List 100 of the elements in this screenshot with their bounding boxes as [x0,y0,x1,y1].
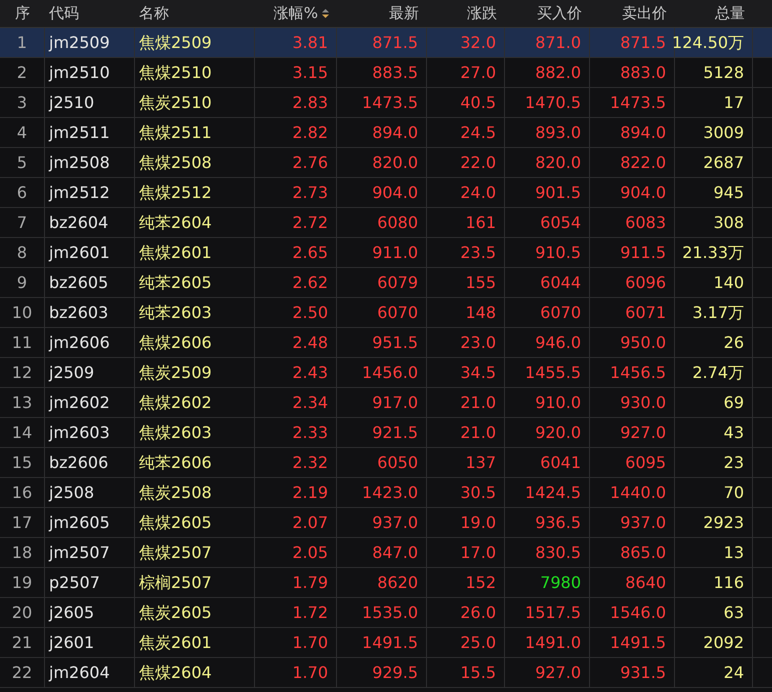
column-header[interactable]: 涨跌 [467,2,497,25]
table-row[interactable]: 4 jm2511 焦煤2511 2.82 894.0 24.5 893.0 894.0 3009 [0,118,772,148]
sort-icon[interactable] [322,9,329,18]
table-cell: 946.0 [505,328,590,357]
table-cell: j2605 [45,598,135,627]
table-cell: 69 [675,388,753,417]
table-cell: 焦煤2606 [135,328,255,357]
row-number: 16 [0,478,45,507]
table-cell: 137 [427,448,505,477]
table-row[interactable]: 17 jm2605 焦煤2605 2.07 937.0 19.0 936.5 937.0 2923 [0,508,772,538]
table-cell: 23.0 [427,328,505,357]
table-cell: 930.0 [590,388,675,417]
table-cell: 23.5 [427,238,505,267]
table-row[interactable]: 15 bz2606 纯苯2606 2.32 6050 137 6041 6095 23 [0,448,772,478]
table-cell: 6083 [590,208,675,237]
selected-row[interactable]: 1 jm2509 焦煤2509 3.81 871.5 32.0 871.0 871.5 124.50万 [0,28,772,58]
table-cell: jm2601 [45,238,135,267]
table-row[interactable]: 22 jm2604 焦煤2604 1.70 929.5 15.5 927.0 931.5 24 [0,658,772,688]
table-cell: 2.82 [255,118,337,147]
table-row[interactable]: 14 jm2603 焦煤2603 2.33 921.5 21.0 920.0 927.0 43 [0,418,772,448]
table-row[interactable]: 21 j2601 焦炭2601 1.70 1491.5 25.0 1491.0 1491.5 2092 [0,628,772,658]
table-cell: jm2508 [45,148,135,177]
table-cell: 6080 [337,208,427,237]
table-cell: jm2605 [45,508,135,537]
table-cell: 焦煤2509 [135,28,255,57]
table-cell: j2509 [45,358,135,387]
table-row[interactable]: 7 bz2604 纯苯2604 2.72 6080 161 6054 6083 308 [0,208,772,238]
table-cell: 焦炭2509 [135,358,255,387]
table-row[interactable]: 20 j2605 焦炭2605 1.72 1535.0 26.0 1517.5 1546.0 63 [0,598,772,628]
table-row[interactable]: 9 bz2605 纯苯2605 2.62 6079 155 6044 6096 140 [0,268,772,298]
table-cell: 822.0 [590,148,675,177]
table-cell: 6041 [505,448,590,477]
table-cell: 焦煤2511 [135,118,255,147]
row-number: 20 [0,598,45,627]
table-cell: 847.0 [337,538,427,567]
table-cell: 883.5 [337,58,427,87]
table-row[interactable]: 6 jm2512 焦煤2512 2.73 904.0 24.0 901.5 904.0 945 [0,178,772,208]
table-row[interactable]: 10 bz2603 纯苯2603 2.50 6070 148 6070 6071 3.17万 [0,298,772,328]
table-cell: 25.0 [427,628,505,657]
table-row[interactable]: 13 jm2602 焦煤2602 2.34 917.0 21.0 910.0 930.0 69 [0,388,772,418]
table-cell: 27.0 [427,58,505,87]
table-row[interactable]: 2 jm2510 焦煤2510 3.15 883.5 27.0 882.0 883.0 5128 [0,58,772,88]
column-header[interactable]: 名称 [139,2,169,25]
table-cell: 6054 [505,208,590,237]
column-header[interactable]: 序 [15,2,30,25]
table-row[interactable]: 12 j2509 焦炭2509 2.43 1456.0 34.5 1455.5 1456.5 2.74万 [0,358,772,388]
table-cell: 2092 [675,628,753,657]
table-cell: bz2606 [45,448,135,477]
column-header[interactable]: 最新 [389,2,419,25]
row-number: 1 [0,28,45,57]
table-cell: jm2604 [45,658,135,687]
table-cell: j2508 [45,478,135,507]
table-cell: 3.81 [255,28,337,57]
table-cell: 917.0 [337,388,427,417]
table-cell: 6050 [337,448,427,477]
row-number: 15 [0,448,45,477]
table-cell: 2.74万 [675,358,753,387]
table-cell: 2.19 [255,478,337,507]
table-cell: 6095 [590,448,675,477]
table-cell: 820.0 [337,148,427,177]
table-cell: 155 [427,268,505,297]
column-header[interactable]: 涨幅% [274,2,318,25]
table-row[interactable]: 16 j2508 焦炭2508 2.19 1423.0 30.5 1424.5 1440.0 70 [0,478,772,508]
table-cell: 883.0 [590,58,675,87]
table-cell: 950.0 [590,328,675,357]
table-cell: 1.70 [255,628,337,657]
table-cell: 871.5 [337,28,427,57]
table-cell: 140 [675,268,753,297]
table-cell: 15.5 [427,658,505,687]
table-cell: 2.76 [255,148,337,177]
table-cell: 8620 [337,568,427,597]
table-cell: 26.0 [427,598,505,627]
row-number: 7 [0,208,45,237]
column-header[interactable]: 卖出价 [622,2,667,25]
table-row[interactable]: 5 jm2508 焦煤2508 2.76 820.0 22.0 820.0 822.0 2687 [0,148,772,178]
table-cell: 1491.5 [590,628,675,657]
table-cell: 1491.0 [505,628,590,657]
table-cell: 23 [675,448,753,477]
table-row[interactable]: 3 j2510 焦炭2510 2.83 1473.5 40.5 1470.5 1473.5 17 [0,88,772,118]
table-row[interactable]: 8 jm2601 焦煤2601 2.65 911.0 23.5 910.5 911.5 21.33万 [0,238,772,268]
row-number: 5 [0,148,45,177]
row-number: 9 [0,268,45,297]
table-cell: 17.0 [427,538,505,567]
table-cell: 2.34 [255,388,337,417]
table-row[interactable]: 18 jm2507 焦煤2507 2.05 847.0 17.0 830.5 865.0 13 [0,538,772,568]
table-cell: 3.15 [255,58,337,87]
table-row[interactable]: 19 p2507 棕榈2507 1.79 8620 152 7980 8640 116 [0,568,772,598]
table-cell: 6070 [505,298,590,327]
table-cell: 63 [675,598,753,627]
table-cell: 2.83 [255,88,337,117]
table-cell: 24.0 [427,178,505,207]
table-cell: 6096 [590,268,675,297]
column-header[interactable]: 买入价 [537,2,582,25]
column-header[interactable]: 代码 [49,2,79,25]
column-header[interactable]: 总量 [715,2,745,25]
table-cell: 6070 [337,298,427,327]
table-row[interactable]: 11 jm2606 焦煤2606 2.48 951.5 23.0 946.0 950.0 26 [0,328,772,358]
table-cell: 1440.0 [590,478,675,507]
table-cell: jm2509 [45,28,135,57]
table-cell: 927.0 [590,418,675,447]
